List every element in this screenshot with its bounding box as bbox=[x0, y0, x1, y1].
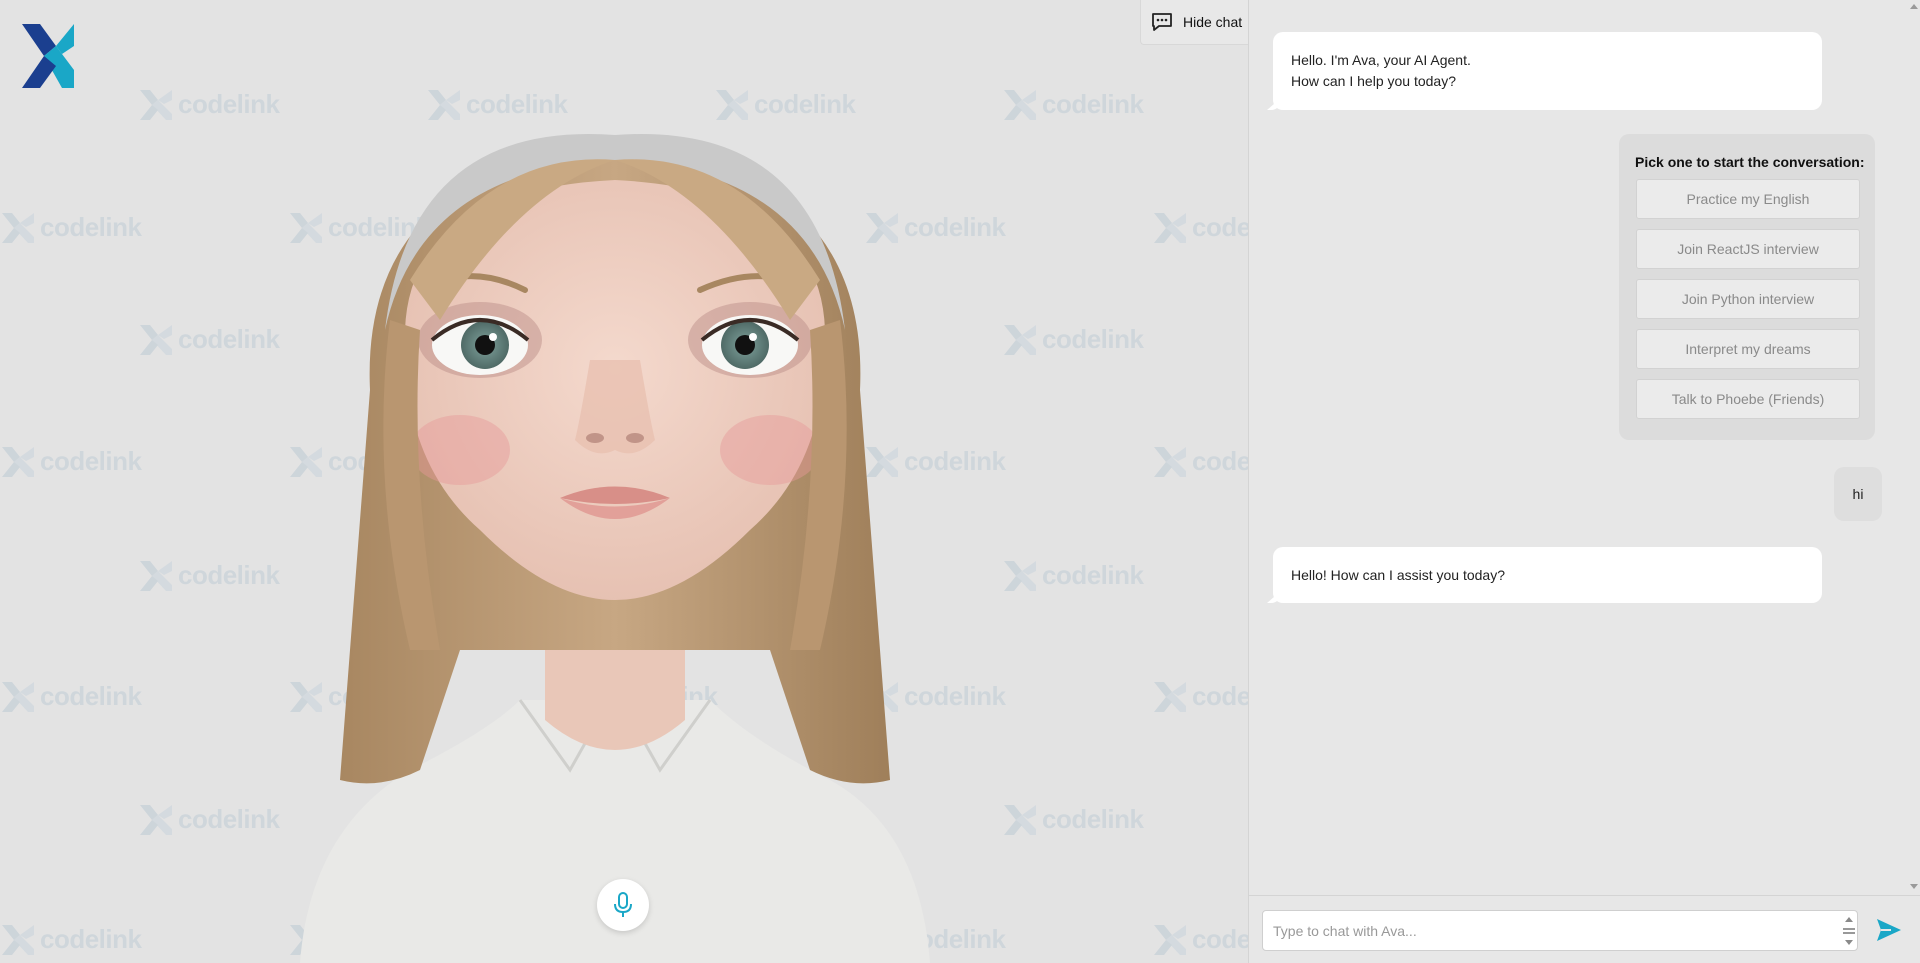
watermark-text: codelink bbox=[178, 560, 280, 590]
codelink-watermark: codelink bbox=[716, 89, 856, 120]
codelink-watermark: codelink bbox=[1154, 681, 1248, 712]
watermark-text: codelink bbox=[40, 681, 142, 711]
codelink-watermark: codelink bbox=[2, 446, 142, 477]
codelink-watermark-logo-icon bbox=[2, 681, 34, 712]
watermark-text: codelink bbox=[1192, 681, 1248, 711]
suggestion-talk-to-phoebe[interactable]: Talk to Phoebe (Friends) bbox=[1636, 379, 1860, 419]
watermark-text: codelink bbox=[754, 89, 856, 119]
codelink-watermark-logo-icon bbox=[716, 89, 748, 120]
codelink-watermark-logo-icon bbox=[2, 924, 34, 955]
chat-input[interactable] bbox=[1263, 911, 1823, 950]
watermark-text: codelink bbox=[40, 924, 142, 954]
codelink-watermark-logo-icon bbox=[1004, 804, 1036, 835]
codelink-watermark: codelink bbox=[1154, 212, 1248, 243]
input-resize-handle[interactable] bbox=[1843, 915, 1855, 947]
chat-input-box bbox=[1262, 910, 1858, 951]
suggestion-python-interview[interactable]: Join Python interview bbox=[1636, 279, 1860, 319]
watermark-text: codelink bbox=[40, 212, 142, 242]
watermark-text: codelink bbox=[1042, 804, 1144, 834]
message-line: Hello. I'm Ava, your AI Agent. bbox=[1291, 52, 1471, 68]
hide-chat-button[interactable]: Hide chat bbox=[1140, 0, 1248, 45]
watermark-text: codelink bbox=[1192, 212, 1248, 242]
watermark-text: codelink bbox=[1192, 446, 1248, 476]
codelink-watermark-logo-icon bbox=[1154, 681, 1186, 712]
codelink-watermark-logo-icon bbox=[1154, 446, 1186, 477]
message-text: hi bbox=[1852, 486, 1864, 502]
watermark-text: codelink bbox=[178, 804, 280, 834]
codelink-watermark: codelink bbox=[1004, 89, 1144, 120]
codelink-watermark-logo-icon bbox=[140, 324, 172, 355]
watermark-text: codelink bbox=[178, 324, 280, 354]
caret-up-icon bbox=[1845, 917, 1853, 922]
codelink-watermark-logo-icon bbox=[1154, 212, 1186, 243]
codelink-watermark: codelink bbox=[2, 924, 142, 955]
codelink-watermark: codelink bbox=[140, 804, 280, 835]
watermark-text: codelink bbox=[466, 89, 568, 119]
watermark-text: codelink bbox=[1042, 560, 1144, 590]
suggestion-practice-english[interactable]: Practice my English bbox=[1636, 179, 1860, 219]
codelink-watermark-logo-icon bbox=[2, 212, 34, 243]
codelink-watermark-logo-icon bbox=[1004, 89, 1036, 120]
chat-composer bbox=[1249, 895, 1920, 963]
codelink-watermark: codelink bbox=[140, 560, 280, 591]
caret-down-icon bbox=[1845, 940, 1853, 945]
codelink-watermark: codelink bbox=[140, 89, 280, 120]
codelink-watermark: codelink bbox=[2, 212, 142, 243]
suggestion-card: Pick one to start the conversation: Prac… bbox=[1619, 134, 1875, 440]
codelink-watermark: codelink bbox=[140, 324, 280, 355]
codelink-watermark-logo-icon bbox=[140, 804, 172, 835]
codelink-watermark-logo-icon bbox=[428, 89, 460, 120]
codelink-watermark: codelink bbox=[1004, 324, 1144, 355]
microphone-button[interactable] bbox=[597, 879, 649, 931]
watermark-text: codelink bbox=[1042, 89, 1144, 119]
microphone-icon bbox=[614, 892, 632, 917]
assistant-message: Hello. I'm Ava, your AI Agent. How can I… bbox=[1273, 32, 1822, 110]
send-icon[interactable] bbox=[1875, 917, 1903, 943]
codelink-watermark: codelink bbox=[428, 89, 568, 120]
codelink-logo bbox=[22, 24, 74, 88]
scroll-down-arrow-icon[interactable] bbox=[1910, 884, 1918, 889]
codelink-watermark-logo-icon bbox=[1154, 924, 1186, 955]
avatar-stage: codelink codelink codelink codelink codelink… bbox=[0, 0, 1248, 963]
suggestion-interpret-dreams[interactable]: Interpret my dreams bbox=[1636, 329, 1860, 369]
codelink-watermark-logo-icon bbox=[140, 89, 172, 120]
grip-icon bbox=[1843, 928, 1855, 934]
watermark-text: codelink bbox=[40, 446, 142, 476]
codelink-watermark-logo-icon bbox=[1004, 324, 1036, 355]
chat-bubble-icon bbox=[1152, 13, 1172, 31]
avatar-character bbox=[300, 134, 930, 963]
chat-panel: Hello. I'm Ava, your AI Agent. How can I… bbox=[1248, 0, 1920, 963]
codelink-watermark-logo-icon bbox=[1004, 560, 1036, 591]
watermark-text: codelink bbox=[1042, 324, 1144, 354]
hide-chat-label: Hide chat bbox=[1183, 14, 1243, 30]
codelink-watermark: codelink bbox=[1004, 560, 1144, 591]
codelink-watermark-logo-icon bbox=[2, 446, 34, 477]
codelink-watermark-logo-icon bbox=[140, 560, 172, 591]
watermark-text: codelink bbox=[178, 89, 280, 119]
codelink-watermark: codelink bbox=[1004, 804, 1144, 835]
codelink-watermark: codelink bbox=[1154, 446, 1248, 477]
scroll-up-arrow-icon[interactable] bbox=[1910, 4, 1918, 9]
watermark-text: codelink bbox=[1192, 924, 1248, 954]
message-scrollbar[interactable] bbox=[1907, 0, 1920, 895]
message-list: Hello. I'm Ava, your AI Agent. How can I… bbox=[1249, 0, 1920, 895]
assistant-message: Hello! How can I assist you today? bbox=[1273, 547, 1822, 603]
suggestion-title: Pick one to start the conversation: bbox=[1635, 154, 1865, 170]
codelink-watermark: codelink bbox=[2, 681, 142, 712]
codelink-watermark: codelink bbox=[1154, 924, 1248, 955]
message-line: How can I help you today? bbox=[1291, 73, 1456, 89]
suggestion-reactjs-interview[interactable]: Join ReactJS interview bbox=[1636, 229, 1860, 269]
message-text: Hello! How can I assist you today? bbox=[1291, 567, 1505, 583]
user-message: hi bbox=[1834, 467, 1882, 521]
